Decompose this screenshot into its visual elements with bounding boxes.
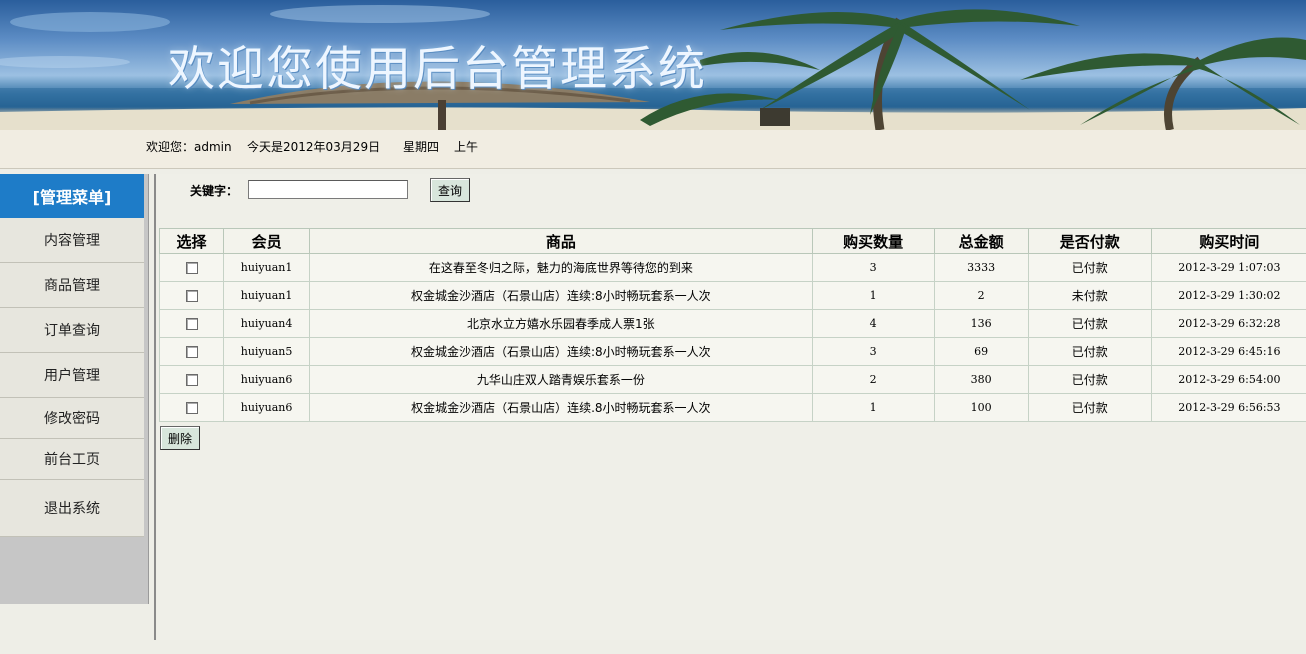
sidebar-header: [管理菜单] [0, 174, 144, 218]
delete-button[interactable]: 删除 [160, 426, 200, 450]
col-header-member: 会员 [223, 228, 311, 254]
time-cell: 2012-3-29 1:07:03 [1150, 253, 1306, 282]
product-cell: 权金城金沙酒店（石景山店）连续:8小时畅玩套系一人次 [309, 337, 813, 366]
row-select-cell [158, 393, 225, 422]
row-checkbox[interactable] [185, 318, 198, 330]
product-cell: 在这春至冬归之际，魅力的海底世界等待您的到来 [309, 253, 813, 282]
quantity-cell: 1 [811, 281, 935, 310]
table-row: huiyuan1 权金城金沙酒店（石景山店）连续:8小时畅玩套系一人次 1 2 … [158, 281, 1306, 310]
row-checkbox[interactable] [185, 290, 198, 302]
product-cell: 权金城金沙酒店（石景山店）连续.8小时畅玩套系一人次 [309, 393, 813, 422]
total-cell: 2 [933, 281, 1029, 310]
quantity-cell: 3 [811, 337, 935, 366]
member-cell: huiyuan6 [223, 393, 311, 422]
date-text: 今天是2012年03月29日 [247, 140, 381, 154]
table-row: huiyuan6 权金城金沙酒店（石景山店）连续.8小时畅玩套系一人次 1 10… [158, 393, 1306, 422]
row-select-cell [158, 309, 225, 338]
sidebar-item-front-page[interactable]: 前台工页 [0, 439, 144, 480]
welcome-bar: 欢迎您：admin 今天是2012年03月29日 星期四 上午 [0, 130, 1306, 169]
total-cell: 3333 [933, 253, 1029, 282]
sidebar-item-user-management[interactable]: 用户管理 [0, 353, 144, 398]
header-banner: 欢迎您使用后台管理系统 [0, 0, 1306, 130]
banner-title: 欢迎您使用后台管理系统 [168, 42, 707, 97]
paid-cell: 已付款 [1027, 393, 1152, 422]
member-cell: huiyuan5 [223, 337, 311, 366]
period-text: 上午 [454, 140, 479, 154]
sidebar-item-change-password[interactable]: 修改密码 [0, 398, 144, 439]
search-button[interactable]: 查询 [430, 178, 470, 202]
col-header-paid: 是否付款 [1027, 228, 1152, 254]
paid-cell: 已付款 [1027, 309, 1152, 338]
total-cell: 136 [933, 309, 1029, 338]
member-cell: huiyuan4 [223, 309, 311, 338]
quantity-cell: 4 [811, 309, 935, 338]
orders-table: 选择 会员 商品 购买数量 总金额 是否付款 购买时间 huiyuan1 在这春… [158, 228, 1306, 422]
quantity-cell: 3 [811, 253, 935, 282]
product-cell: 北京水立方嬉水乐园春季成人票1张 [309, 309, 813, 338]
table-row: huiyuan4 北京水立方嬉水乐园春季成人票1张 4 136 已付款 2012… [158, 309, 1306, 338]
row-select-cell [158, 337, 225, 366]
time-cell: 2012-3-29 6:56:53 [1150, 393, 1306, 422]
keyword-input[interactable] [248, 180, 408, 199]
time-cell: 2012-3-29 6:45:16 [1150, 337, 1306, 366]
total-cell: 69 [933, 337, 1029, 366]
sidebar-item-product-management[interactable]: 商品管理 [0, 263, 144, 308]
quantity-cell: 1 [811, 393, 935, 422]
main-content: 关键字： 查询 选择 会员 商品 购买数量 总金额 是否付款 购买时间 huiy… [157, 174, 1306, 640]
row-select-cell [158, 253, 225, 282]
sidebar-item-logout[interactable]: 退出系统 [0, 480, 144, 537]
row-checkbox[interactable] [185, 374, 198, 386]
row-checkbox[interactable] [185, 262, 198, 274]
table-row: huiyuan6 九华山庄双人踏青娱乐套系一份 2 380 已付款 2012-3… [158, 365, 1306, 394]
col-header-quantity: 购买数量 [811, 228, 935, 254]
row-select-cell [158, 365, 225, 394]
paid-cell: 已付款 [1027, 365, 1152, 394]
member-cell: huiyuan1 [223, 253, 311, 282]
member-cell: huiyuan6 [223, 365, 311, 394]
vertical-divider [154, 174, 156, 640]
time-cell: 2012-3-29 6:54:00 [1150, 365, 1306, 394]
paid-cell: 未付款 [1027, 281, 1152, 310]
time-cell: 2012-3-29 6:32:28 [1150, 309, 1306, 338]
product-cell: 权金城金沙酒店（石景山店）连续:8小时畅玩套系一人次 [309, 281, 813, 310]
sidebar-menu: 内容管理 商品管理 订单查询 用户管理 修改密码 前台工页 退出系统 [0, 218, 144, 537]
member-cell: huiyuan1 [223, 281, 311, 310]
table-row: huiyuan5 权金城金沙酒店（石景山店）连续:8小时畅玩套系一人次 3 69… [158, 337, 1306, 366]
table-row: huiyuan1 在这春至冬归之际，魅力的海底世界等待您的到来 3 3333 已… [158, 253, 1306, 282]
row-checkbox[interactable] [185, 402, 198, 414]
sidebar-item-order-query[interactable]: 订单查询 [0, 308, 144, 353]
paid-cell: 已付款 [1027, 337, 1152, 366]
quantity-cell: 2 [811, 365, 935, 394]
welcome-text: 欢迎您：admin [146, 140, 232, 154]
col-header-time: 购买时间 [1150, 228, 1306, 254]
total-cell: 380 [933, 365, 1029, 394]
sidebar-item-content-management[interactable]: 内容管理 [0, 218, 144, 263]
time-cell: 2012-3-29 1:30:02 [1150, 281, 1306, 310]
col-header-select: 选择 [158, 228, 225, 254]
table-header-row: 选择 会员 商品 购买数量 总金额 是否付款 购买时间 [158, 228, 1306, 254]
row-select-cell [158, 281, 225, 310]
col-header-product: 商品 [309, 228, 813, 254]
total-cell: 100 [933, 393, 1029, 422]
sidebar: [管理菜单] 内容管理 商品管理 订单查询 用户管理 修改密码 前台工页 退出系… [0, 174, 149, 604]
product-cell: 九华山庄双人踏青娱乐套系一份 [309, 365, 813, 394]
row-checkbox[interactable] [185, 346, 198, 358]
col-header-total: 总金额 [933, 228, 1029, 254]
keyword-label: 关键字： [190, 184, 239, 198]
weekday-text: 星期四 [403, 140, 440, 154]
paid-cell: 已付款 [1027, 253, 1152, 282]
